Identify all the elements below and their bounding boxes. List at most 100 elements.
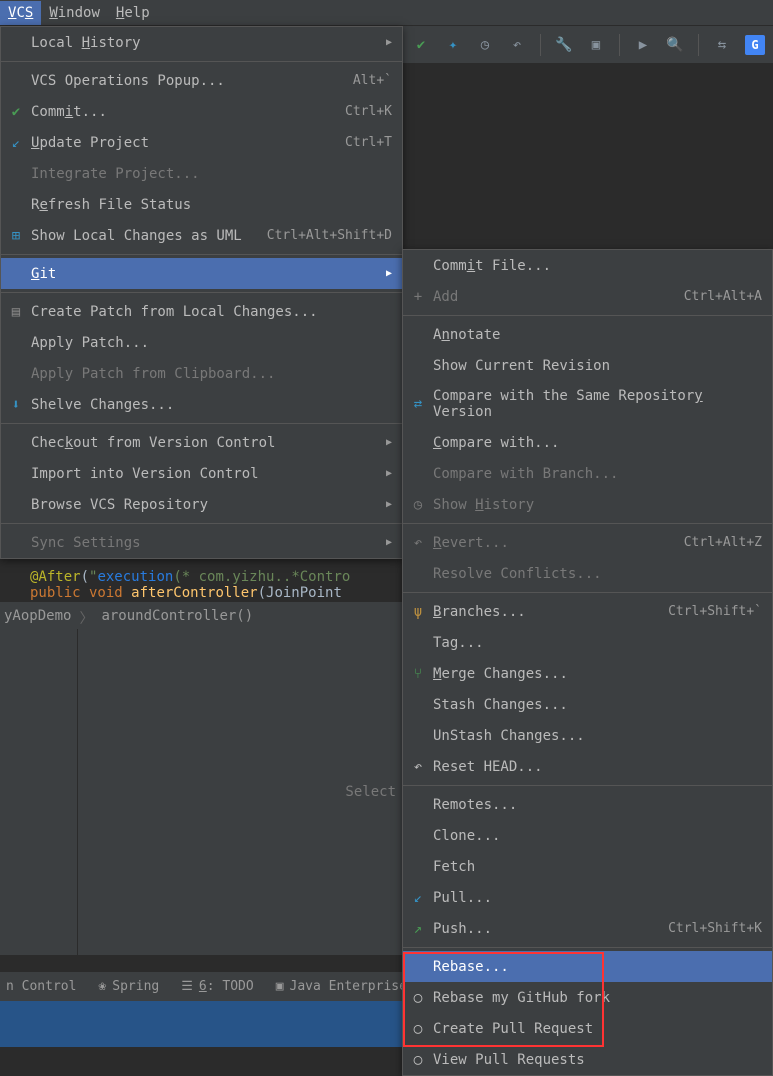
menu-compare-with[interactable]: Compare with...Compare with...: [403, 427, 772, 458]
merge-icon: ⑂: [409, 666, 427, 682]
separator: [403, 947, 772, 948]
separator: [403, 523, 772, 524]
run-icon[interactable]: ▶: [634, 36, 652, 54]
sync-icon[interactable]: ⇆: [713, 36, 731, 54]
branch-icon: ψ: [409, 604, 427, 620]
menu-rebase[interactable]: Rebase...: [403, 951, 772, 982]
tab-java-ee[interactable]: ▣Java Enterprise: [276, 979, 407, 994]
menu-sync[interactable]: Sync Settings ▶: [1, 527, 402, 558]
chevron-right-icon: ▶: [386, 268, 392, 279]
tab-spring[interactable]: ❀Spring: [98, 979, 159, 994]
chevron-right-icon: ▶: [386, 537, 392, 548]
menu-browse[interactable]: Browse VCS Repository ▶: [1, 489, 402, 520]
github-icon: ◯: [409, 990, 427, 1006]
menu-branches[interactable]: ψ Branches...Branches... Ctrl+Shift+`: [403, 596, 772, 627]
menu-compare-branch[interactable]: Compare with Branch...: [403, 458, 772, 489]
separator: [619, 34, 620, 56]
menu-remotes[interactable]: Remotes...: [403, 789, 772, 820]
menu-commit-file[interactable]: Commit File...Commit File...: [403, 250, 772, 281]
chevron-right-icon: ▶: [386, 37, 392, 48]
chevron-right-icon: ▶: [386, 437, 392, 448]
tab-todo[interactable]: ☰6: TODO6: TODO: [181, 979, 253, 994]
menu-rebase-fork[interactable]: ◯ Rebase my GitHub fork: [403, 982, 772, 1013]
history-icon[interactable]: ◷: [476, 36, 494, 54]
menu-refresh[interactable]: Refresh File StatusRefresh File Status: [1, 189, 402, 220]
menu-git[interactable]: GitGit ▶: [1, 258, 402, 289]
wrench-icon[interactable]: 🔧: [555, 36, 573, 54]
git-dropdown: Commit File...Commit File... + Add Ctrl+…: [402, 249, 773, 1076]
menu-help[interactable]: HelpHelp: [108, 1, 158, 25]
update-icon: ↙: [7, 135, 25, 151]
menu-merge[interactable]: ⑂ Merge Changes...Merge Changes...: [403, 658, 772, 689]
menu-create-pr[interactable]: ◯ Create Pull Request: [403, 1013, 772, 1044]
github-icon: ◯: [409, 1021, 427, 1037]
menu-checkout[interactable]: Checkout from Version ControlCheckout fr…: [1, 427, 402, 458]
tab-version-control[interactable]: n Control: [6, 979, 76, 994]
menu-resolve[interactable]: Resolve Conflicts...: [403, 558, 772, 589]
breadcrumb-item[interactable]: yAopDemo: [4, 608, 71, 628]
menu-reset[interactable]: ↶ Reset HEAD...: [403, 751, 772, 782]
push-icon: ↗: [409, 921, 427, 937]
reset-icon: ↶: [409, 759, 427, 775]
menu-annotate[interactable]: AnnotateAnnotate: [403, 319, 772, 350]
check-icon[interactable]: ✔: [412, 36, 430, 54]
menu-compare-same[interactable]: ⇄ Compare with the Same Repository Versi…: [403, 381, 772, 427]
menu-apply-clipboard[interactable]: Apply Patch from Clipboard...: [1, 358, 402, 389]
menu-push[interactable]: ↗ Push... Ctrl+Shift+K: [403, 913, 772, 944]
menu-apply-patch[interactable]: Apply Patch...: [1, 327, 402, 358]
menu-show-rev[interactable]: Show Current Revision: [403, 350, 772, 381]
folder-icon[interactable]: ▣: [587, 36, 605, 54]
pin-icon[interactable]: ✦: [444, 36, 462, 54]
menu-update[interactable]: ↙ Update ProjectUpdate Project Ctrl+T: [1, 127, 402, 158]
patch-icon: ▤: [7, 304, 25, 320]
chevron-right-icon: ▶: [386, 468, 392, 479]
menu-clone[interactable]: Clone...: [403, 820, 772, 851]
menubar: VVCSCS WindowWindow HelpHelp: [0, 0, 773, 26]
menu-commit[interactable]: ✔ Commit...Commit... Ctrl+K: [1, 96, 402, 127]
separator: [1, 61, 402, 62]
menu-revert[interactable]: ↶ Revert...Revert... Ctrl+Alt+Z: [403, 527, 772, 558]
separator: [1, 254, 402, 255]
menu-show-uml[interactable]: ⊞ Show Local Changes as UML Ctrl+Alt+Shi…: [1, 220, 402, 251]
menu-stash[interactable]: Stash Changes...: [403, 689, 772, 720]
ee-icon: ▣: [276, 979, 284, 994]
panel-sidebar: [0, 629, 78, 955]
history-icon: ◷: [409, 497, 427, 513]
menu-window[interactable]: WindowWindow: [41, 1, 108, 25]
menu-fetch[interactable]: Fetch: [403, 851, 772, 882]
menu-show-history[interactable]: ◷ Show HistoryShow History: [403, 489, 772, 520]
undo-icon[interactable]: ↶: [508, 36, 526, 54]
vcs-dropdown: Local HistoryLocal History ▶ VCS Operati…: [0, 26, 403, 559]
translate-icon[interactable]: G: [745, 35, 765, 55]
check-icon: ✔: [7, 104, 25, 120]
uml-icon: ⊞: [7, 228, 25, 244]
menu-local-history[interactable]: Local HistoryLocal History ▶: [1, 27, 402, 58]
separator: [403, 592, 772, 593]
compare-icon: ⇄: [409, 396, 427, 412]
search-icon[interactable]: 🔍: [666, 36, 684, 54]
separator: [698, 34, 699, 56]
menu-add[interactable]: + Add Ctrl+Alt+A: [403, 281, 772, 312]
breadcrumb-item[interactable]: aroundController(): [101, 608, 253, 628]
menu-unstash[interactable]: UnStash Changes...: [403, 720, 772, 751]
separator: [1, 292, 402, 293]
menu-pull[interactable]: ↙ Pull...: [403, 882, 772, 913]
menu-vcs[interactable]: VVCSCS: [0, 1, 41, 25]
menu-create-patch[interactable]: ▤ Create Patch from Local Changes...: [1, 296, 402, 327]
github-icon: ◯: [409, 1052, 427, 1068]
separator: [1, 523, 402, 524]
shelve-icon: ⬇: [7, 397, 25, 413]
pull-icon: ↙: [409, 890, 427, 906]
spring-icon: ❀: [98, 979, 106, 994]
chevron-right-icon: 〉: [79, 608, 93, 628]
menu-integrate[interactable]: Integrate Project...: [1, 158, 402, 189]
separator: [403, 785, 772, 786]
menu-view-pr[interactable]: ◯ View Pull Requests: [403, 1044, 772, 1075]
menu-tag[interactable]: Tag...: [403, 627, 772, 658]
menu-shelve[interactable]: ⬇ Shelve Changes...: [1, 389, 402, 420]
menu-import[interactable]: Import into Version Control ▶: [1, 458, 402, 489]
separator: [540, 34, 541, 56]
chevron-right-icon: ▶: [386, 499, 392, 510]
menu-vcs-ops[interactable]: VCS Operations Popup... Alt+`: [1, 65, 402, 96]
revert-icon: ↶: [409, 535, 427, 551]
